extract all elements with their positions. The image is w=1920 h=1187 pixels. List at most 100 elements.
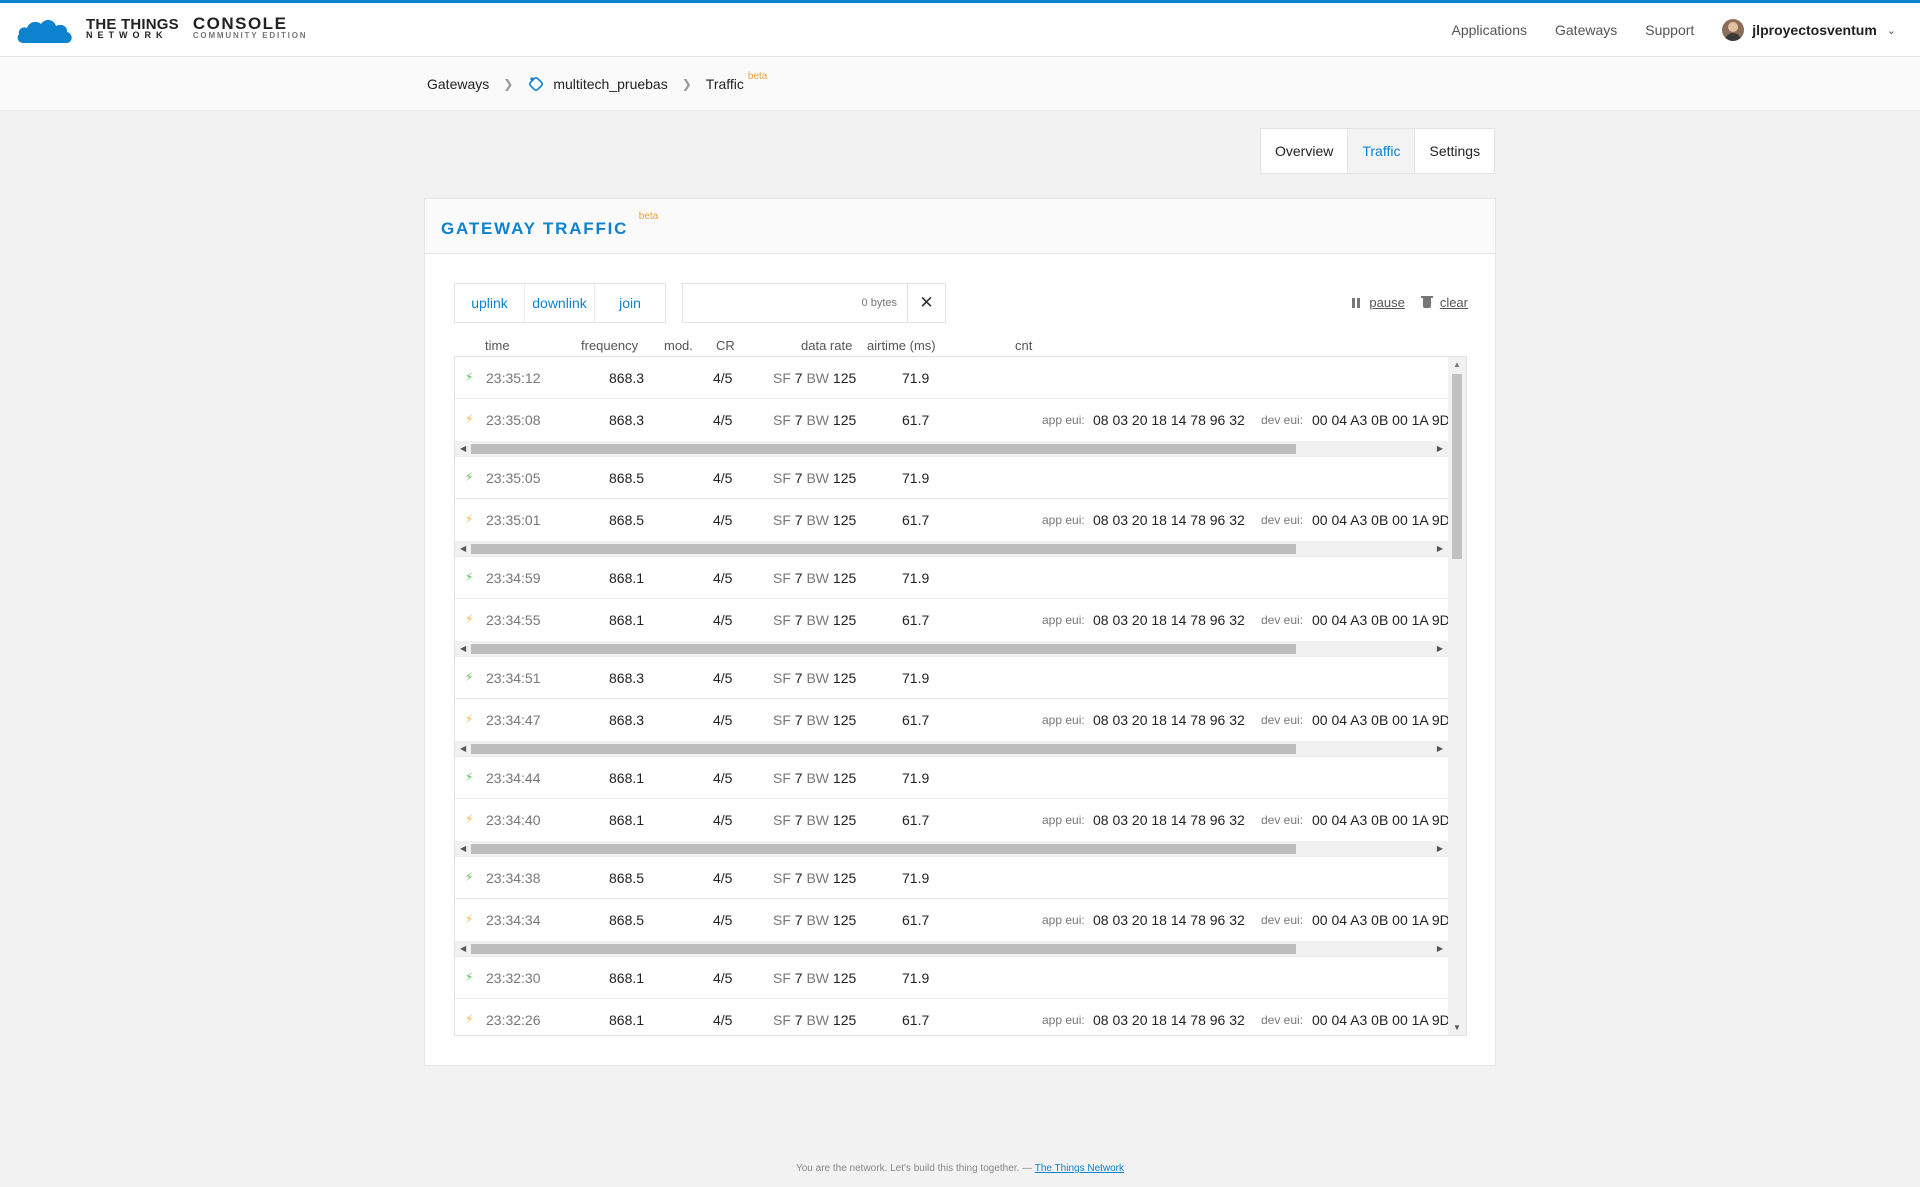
row-airtime: 71.9 <box>902 970 930 986</box>
tab-settings[interactable]: Settings <box>1415 129 1494 173</box>
nav-gateways[interactable]: Gateways <box>1555 22 1617 38</box>
col-modulation: mod. <box>664 338 693 353</box>
console-wordmark: CONSOLE COMMUNITY EDITION <box>193 15 307 42</box>
user-menu[interactable]: jlproyectosventum ⌄ <box>1722 19 1896 41</box>
col-airtime: airtime (ms) <box>867 338 936 353</box>
horizontal-scrollbar[interactable]: ◀ ▶ <box>455 641 1448 657</box>
scrollbar-thumb[interactable] <box>471 844 1296 854</box>
gateway-traffic-card: GATEWAY TRAFFIC beta uplink downlink joi… <box>424 198 1496 1066</box>
breadcrumb-gateways[interactable]: Gateways <box>427 76 489 92</box>
table-row[interactable]: ⚡ 23:35:08 868.3 4/5 SF 7 BW 125 61.7 app eui:… <box>455 399 1450 441</box>
row-sf: 7 <box>794 670 803 686</box>
row-data-rate: SF 7 BW 125 <box>773 912 856 928</box>
vertical-scrollbar[interactable]: ▲ ▼ <box>1448 357 1466 1035</box>
dev-eui-label: dev eui: <box>1261 1013 1304 1027</box>
table-row[interactable]: ⚡ 23:34:38 868.5 4/5 SF 7 BW 125 71.9 <box>455 857 1448 899</box>
footer-link[interactable]: The Things Network <box>1035 1163 1124 1174</box>
dev-eui-label: dev eui: <box>1261 513 1304 527</box>
bolt-icon: ⚡ <box>465 770 474 784</box>
pause-button[interactable]: pause <box>1352 295 1405 310</box>
table-row[interactable]: ⚡ 23:35:01 868.5 4/5 SF 7 BW 125 61.7 app eui:… <box>455 499 1450 541</box>
scroll-up-icon[interactable]: ▲ <box>1453 360 1461 369</box>
dev-eui-label: dev eui: <box>1261 813 1304 827</box>
bolt-icon: ⚡ <box>465 670 474 684</box>
ttn-logo[interactable]: THE THINGS NETWORK CONSOLE COMMUNITY EDI… <box>16 15 307 45</box>
app-eui-label: app eui: <box>1042 413 1085 427</box>
scroll-right-icon[interactable]: ▶ <box>1437 844 1443 853</box>
table-row[interactable]: ⚡ 23:32:30 868.1 4/5 SF 7 BW 125 71.9 <box>455 957 1448 999</box>
dev-eui-label: dev eui: <box>1261 713 1304 727</box>
table-row[interactable]: ⚡ 23:34:51 868.3 4/5 SF 7 BW 125 71.9 <box>455 657 1448 699</box>
tab-traffic[interactable]: Traffic <box>1347 129 1416 173</box>
row-data-rate: SF 7 BW 125 <box>773 412 856 428</box>
scroll-left-icon[interactable]: ◀ <box>460 644 466 653</box>
scroll-right-icon[interactable]: ▶ <box>1437 644 1443 653</box>
scrollbar-thumb[interactable] <box>1452 374 1462 559</box>
table-row[interactable]: ⚡ 23:34:44 868.1 4/5 SF 7 BW 125 71.9 <box>455 757 1448 799</box>
bw-label: BW <box>806 770 830 786</box>
bolt-icon: ⚡ <box>465 712 474 726</box>
close-icon[interactable]: ✕ <box>907 284 945 322</box>
scroll-right-icon[interactable]: ▶ <box>1437 944 1443 953</box>
row-frequency: 868.1 <box>609 612 645 628</box>
table-row[interactable]: ⚡ 23:32:26 868.1 4/5 SF 7 BW 125 61.7 app eui:… <box>455 999 1450 1035</box>
row-time: 23:35:08 <box>486 412 541 428</box>
scrollbar-thumb[interactable] <box>471 744 1296 754</box>
scroll-left-icon[interactable]: ◀ <box>460 444 466 453</box>
row-app-eui: 08 03 20 18 14 78 96 32 <box>1093 912 1245 928</box>
filter-join[interactable]: join <box>595 284 665 322</box>
nav-support[interactable]: Support <box>1645 22 1694 38</box>
table-row[interactable]: ⚡ 23:34:59 868.1 4/5 SF 7 BW 125 71.9 <box>455 557 1448 599</box>
row-airtime: 71.9 <box>902 770 930 786</box>
horizontal-scrollbar[interactable]: ◀ ▶ <box>455 841 1448 857</box>
bw-label: BW <box>806 812 830 828</box>
scrollbar-thumb[interactable] <box>471 544 1296 554</box>
scrollbar-thumb[interactable] <box>471 644 1296 654</box>
bw-label: BW <box>806 970 830 986</box>
scroll-right-icon[interactable]: ▶ <box>1437 744 1443 753</box>
sf-label: SF <box>773 412 791 428</box>
bolt-icon: ⚡ <box>465 512 474 526</box>
filter-downlink[interactable]: downlink <box>525 284 595 322</box>
table-row[interactable]: ⚡ 23:35:12 868.3 4/5 SF 7 BW 125 71.9 <box>455 357 1448 399</box>
scrollbar-thumb[interactable] <box>471 444 1296 454</box>
horizontal-scrollbar[interactable]: ◀ ▶ <box>455 441 1448 457</box>
nav-applications[interactable]: Applications <box>1452 22 1528 38</box>
table-row[interactable]: ⚡ 23:35:05 868.5 4/5 SF 7 BW 125 71.9 <box>455 457 1448 499</box>
table-row[interactable]: ⚡ 23:34:34 868.5 4/5 SF 7 BW 125 61.7 app eui:… <box>455 899 1450 941</box>
scroll-left-icon[interactable]: ◀ <box>460 944 466 953</box>
scroll-left-icon[interactable]: ◀ <box>460 744 466 753</box>
table-row[interactable]: ⚡ 23:34:40 868.1 4/5 SF 7 BW 125 61.7 app eui:… <box>455 799 1450 841</box>
scroll-down-icon[interactable]: ▼ <box>1453 1023 1461 1032</box>
scrollbar-thumb[interactable] <box>471 944 1296 954</box>
payload-filter-input[interactable] <box>683 284 907 322</box>
scroll-right-icon[interactable]: ▶ <box>1437 544 1443 553</box>
horizontal-scrollbar[interactable]: ◀ ▶ <box>455 941 1448 957</box>
row-sf: 7 <box>794 412 803 428</box>
payload-filter: ✕ <box>682 283 946 323</box>
row-dev-eui: 00 04 A3 0B 00 1A 9D <box>1312 712 1450 728</box>
app-eui-label: app eui: <box>1042 913 1085 927</box>
horizontal-scrollbar[interactable]: ◀ ▶ <box>455 541 1448 557</box>
tab-overview[interactable]: Overview <box>1261 129 1347 173</box>
sf-label: SF <box>773 612 791 628</box>
table-row[interactable]: ⚡ 23:34:47 868.3 4/5 SF 7 BW 125 61.7 app eui:… <box>455 699 1450 741</box>
horizontal-scrollbar[interactable]: ◀ ▶ <box>455 741 1448 757</box>
filter-uplink[interactable]: uplink <box>455 284 525 322</box>
scroll-left-icon[interactable]: ◀ <box>460 544 466 553</box>
row-data-rate: SF 7 BW 125 <box>773 470 856 486</box>
sf-label: SF <box>773 670 791 686</box>
row-time: 23:35:05 <box>486 470 541 486</box>
col-time: time <box>485 338 510 353</box>
scroll-left-icon[interactable]: ◀ <box>460 844 466 853</box>
dev-eui-label: dev eui: <box>1261 413 1304 427</box>
dev-eui-label: dev eui: <box>1261 613 1304 627</box>
table-column-headers: time frequency mod. CR data rate airtime… <box>454 338 1465 354</box>
clear-button[interactable]: clear <box>1420 295 1468 310</box>
traffic-table[interactable]: ⚡ 23:35:12 868.3 4/5 SF 7 BW 125 71.9 ⚡ 23:35:0… <box>454 356 1467 1036</box>
table-row[interactable]: ⚡ 23:34:55 868.1 4/5 SF 7 BW 125 61.7 app eui:… <box>455 599 1450 641</box>
scroll-right-icon[interactable]: ▶ <box>1437 444 1443 453</box>
trash-icon <box>1420 295 1433 308</box>
bolt-icon: ⚡ <box>465 870 474 884</box>
breadcrumb-gateway-id[interactable]: multitech_pruebas <box>553 76 667 92</box>
